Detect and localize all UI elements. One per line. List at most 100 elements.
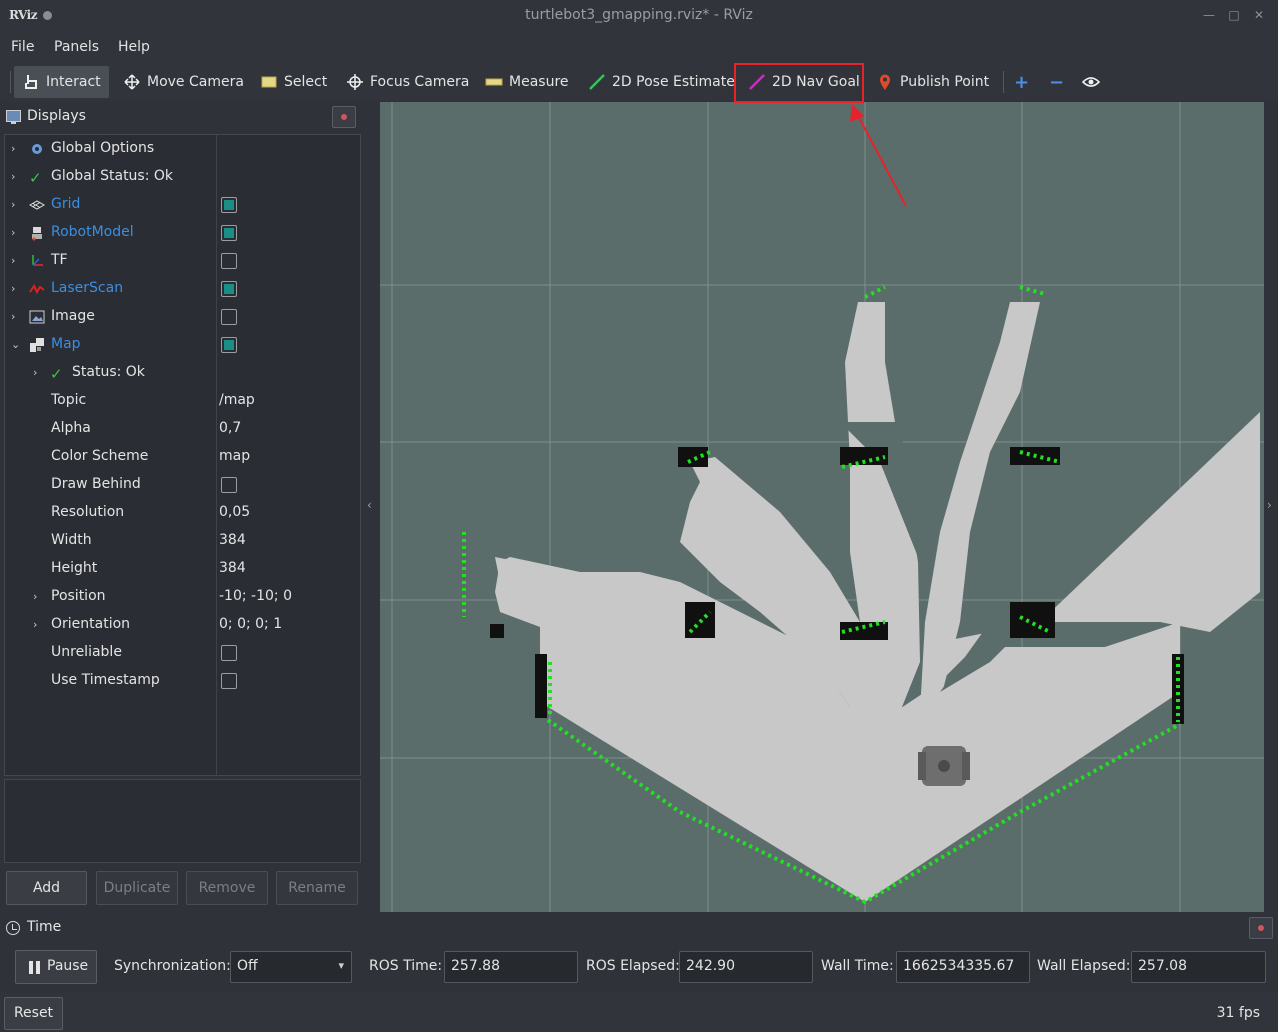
display-grid[interactable]: › Grid (5, 191, 360, 219)
menu-file[interactable]: File (11, 39, 34, 55)
menu-help[interactable]: Help (118, 39, 150, 55)
display-image[interactable]: › Image (5, 303, 360, 331)
occupancy-map-render[interactable] (380, 102, 1264, 912)
map-draw-behind-row[interactable]: Draw Behind (5, 471, 360, 499)
map-use-timestamp-row[interactable]: Use Timestamp (5, 667, 360, 695)
reset-button[interactable]: Reset (4, 997, 63, 1030)
wall-time-field[interactable]: 1662534335.67 (896, 951, 1030, 983)
chevron-right-icon[interactable]: › (1267, 498, 1272, 512)
tool-select-label: Select (284, 74, 328, 90)
wall-elapsed-label: Wall Elapsed: (1037, 958, 1131, 974)
expand-chevron-icon[interactable]: › (33, 590, 43, 604)
map-alpha-value[interactable]: 0,7 (219, 420, 241, 436)
display-tf[interactable]: › TF (5, 247, 360, 275)
use-timestamp-checkbox[interactable] (221, 673, 237, 689)
map-topic-value[interactable]: /map (219, 392, 255, 408)
tf-enabled-checkbox[interactable] (221, 253, 237, 269)
add-display-button[interactable]: Add (6, 871, 87, 905)
remove-tool-icon[interactable]: − (1041, 66, 1072, 98)
expand-chevron-icon[interactable]: › (11, 142, 21, 156)
eye-icon[interactable] (1074, 66, 1108, 98)
chevron-left-icon[interactable]: ‹ (367, 498, 372, 512)
close-icon[interactable]: ✕ (1251, 7, 1267, 23)
expand-chevron-icon[interactable]: › (11, 170, 21, 184)
monitor-icon (6, 110, 21, 124)
time-panel: Time Pause Synchronization: Off ▾ ROS Ti… (0, 913, 1278, 993)
display-label: Global Options (51, 140, 155, 156)
grid-enabled-checkbox[interactable] (221, 197, 237, 213)
map-height-value: 384 (219, 560, 246, 576)
fps-readout: 31 fps (1216, 1005, 1260, 1021)
expand-chevron-icon[interactable]: › (33, 366, 43, 380)
expand-chevron-icon[interactable]: › (11, 226, 21, 240)
expand-chevron-icon[interactable]: › (11, 254, 21, 268)
map-color-scheme-value[interactable]: map (219, 448, 250, 464)
menu-panels[interactable]: Panels (54, 39, 99, 55)
draw-behind-checkbox[interactable] (221, 477, 237, 493)
wall-elapsed-field[interactable]: 257.08 (1131, 951, 1266, 983)
robot-model (918, 746, 970, 786)
map-height-row[interactable]: Height 384 (5, 555, 360, 583)
tool-move-camera[interactable]: Move Camera (115, 66, 252, 98)
unreliable-checkbox[interactable] (221, 645, 237, 661)
move-arrows-icon (123, 73, 141, 91)
chevron-down-icon: ▾ (338, 959, 344, 972)
tool-publish-point[interactable]: Publish Point (868, 66, 997, 98)
menu-bar: File Panels Help (0, 33, 1278, 63)
close-displays-button[interactable] (332, 106, 356, 128)
display-map[interactable]: ⌄ Map (5, 331, 360, 359)
display-laserscan[interactable]: › LaserScan (5, 275, 360, 303)
expand-chevron-icon[interactable]: › (33, 618, 43, 632)
prop-label: Unreliable (51, 644, 122, 660)
display-label: TF (51, 252, 68, 268)
3d-viewport[interactable] (380, 102, 1264, 912)
map-width-row[interactable]: Width 384 (5, 527, 360, 555)
map-orientation-row[interactable]: › Orientation 0; 0; 0; 1 (5, 611, 360, 639)
expand-chevron-icon[interactable]: › (11, 310, 21, 324)
right-collapse-handle[interactable]: › (1264, 102, 1278, 912)
map-topic-row[interactable]: Topic /map (5, 387, 360, 415)
map-position-row[interactable]: › Position -10; -10; 0 (5, 583, 360, 611)
tool-interact[interactable]: Interact (14, 66, 109, 98)
robotmodel-enabled-checkbox[interactable] (221, 225, 237, 241)
map-resolution-row[interactable]: Resolution 0,05 (5, 499, 360, 527)
red-annotation-arrow-icon (850, 104, 907, 207)
tool-focus-camera-label: Focus Camera (370, 74, 470, 90)
minimize-icon[interactable]: — (1201, 7, 1217, 23)
laserscan-enabled-checkbox[interactable] (221, 281, 237, 297)
display-label: LaserScan (51, 280, 124, 296)
maximize-icon[interactable]: □ (1226, 7, 1242, 23)
image-enabled-checkbox[interactable] (221, 309, 237, 325)
remove-display-button[interactable]: Remove (186, 871, 268, 905)
pause-button[interactable]: Pause (15, 950, 97, 984)
left-collapse-handle[interactable]: ‹ (365, 102, 380, 912)
display-global-status[interactable]: › ✓ Global Status: Ok (5, 163, 360, 191)
map-alpha-row[interactable]: Alpha 0,7 (5, 415, 360, 443)
add-tool-icon[interactable]: + (1006, 66, 1037, 98)
expand-chevron-icon[interactable]: › (11, 282, 21, 296)
synchronization-select[interactable]: Off ▾ (230, 951, 352, 983)
rename-display-button[interactable]: Rename (276, 871, 358, 905)
display-global-options[interactable]: › Global Options (5, 135, 360, 163)
tool-measure[interactable]: Measure (477, 66, 577, 98)
expand-chevron-icon[interactable]: › (11, 198, 21, 212)
ros-elapsed-label: ROS Elapsed: (586, 958, 680, 974)
free-space (495, 302, 1260, 902)
tool-2d-pose-estimate-label: 2D Pose Estimate (612, 74, 735, 90)
prop-label: Position (51, 588, 106, 604)
map-unreliable-row[interactable]: Unreliable (5, 639, 360, 667)
duplicate-display-button[interactable]: Duplicate (96, 871, 178, 905)
map-color-scheme-row[interactable]: Color Scheme map (5, 443, 360, 471)
map-enabled-checkbox[interactable] (221, 337, 237, 353)
check-icon: ✓ (50, 365, 63, 383)
ros-time-field[interactable]: 257.88 (444, 951, 578, 983)
tool-2d-pose-estimate[interactable]: 2D Pose Estimate (580, 66, 743, 98)
collapse-chevron-icon[interactable]: ⌄ (11, 338, 21, 352)
map-status-row[interactable]: › ✓ Status: Ok (5, 359, 360, 387)
tool-select[interactable]: Select (252, 66, 335, 98)
close-time-panel-button[interactable] (1249, 917, 1273, 939)
tool-focus-camera[interactable]: Focus Camera (338, 66, 477, 98)
ros-elapsed-field[interactable]: 242.90 (679, 951, 813, 983)
display-robotmodel[interactable]: › RobotModel (5, 219, 360, 247)
ros-time-label: ROS Time: (369, 958, 443, 974)
